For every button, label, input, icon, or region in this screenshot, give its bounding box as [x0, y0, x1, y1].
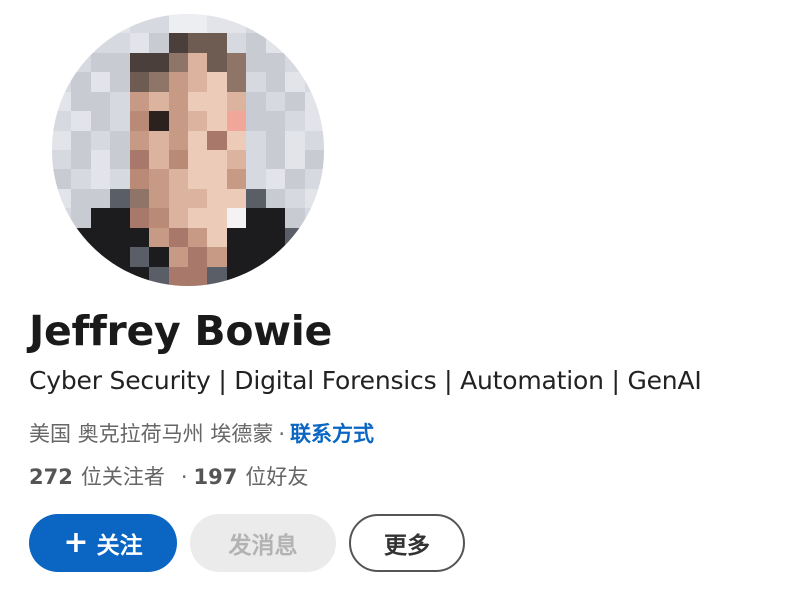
followers-label: 位关注者 — [80, 465, 165, 489]
more-button-label: 更多 — [384, 533, 430, 559]
contact-info-link[interactable]: 联系方式 — [290, 418, 374, 448]
follow-button-label: 关注 — [96, 533, 143, 559]
avatar-pixelated-image — [52, 14, 324, 286]
follow-button[interactable]: + 关注 — [29, 514, 177, 572]
followers-count: 272 — [29, 465, 73, 489]
avatar[interactable] — [52, 14, 324, 286]
location-line: 美国 奥克拉荷马州 埃德蒙 · 联系方式 — [29, 418, 374, 448]
profile-headline: Cyber Security | Digital Forensics | Aut… — [29, 366, 702, 395]
connections-count: 197 — [193, 465, 238, 489]
connections-label: 位好友 — [245, 465, 309, 489]
message-button[interactable]: 发消息 — [190, 514, 336, 572]
more-button[interactable]: 更多 — [349, 514, 465, 572]
location-separator: · — [278, 422, 286, 446]
location-text: 美国 奥克拉荷马州 埃德蒙 — [29, 422, 274, 446]
plus-icon: + — [63, 525, 89, 560]
stats-line: 272 位关注者 · 197 位好友 — [29, 461, 308, 491]
profile-card: Jeffrey Bowie Cyber Security | Digital F… — [0, 0, 803, 597]
message-button-label: 发消息 — [228, 533, 298, 559]
stats-separator: · — [180, 465, 188, 489]
profile-name: Jeffrey Bowie — [29, 307, 333, 355]
